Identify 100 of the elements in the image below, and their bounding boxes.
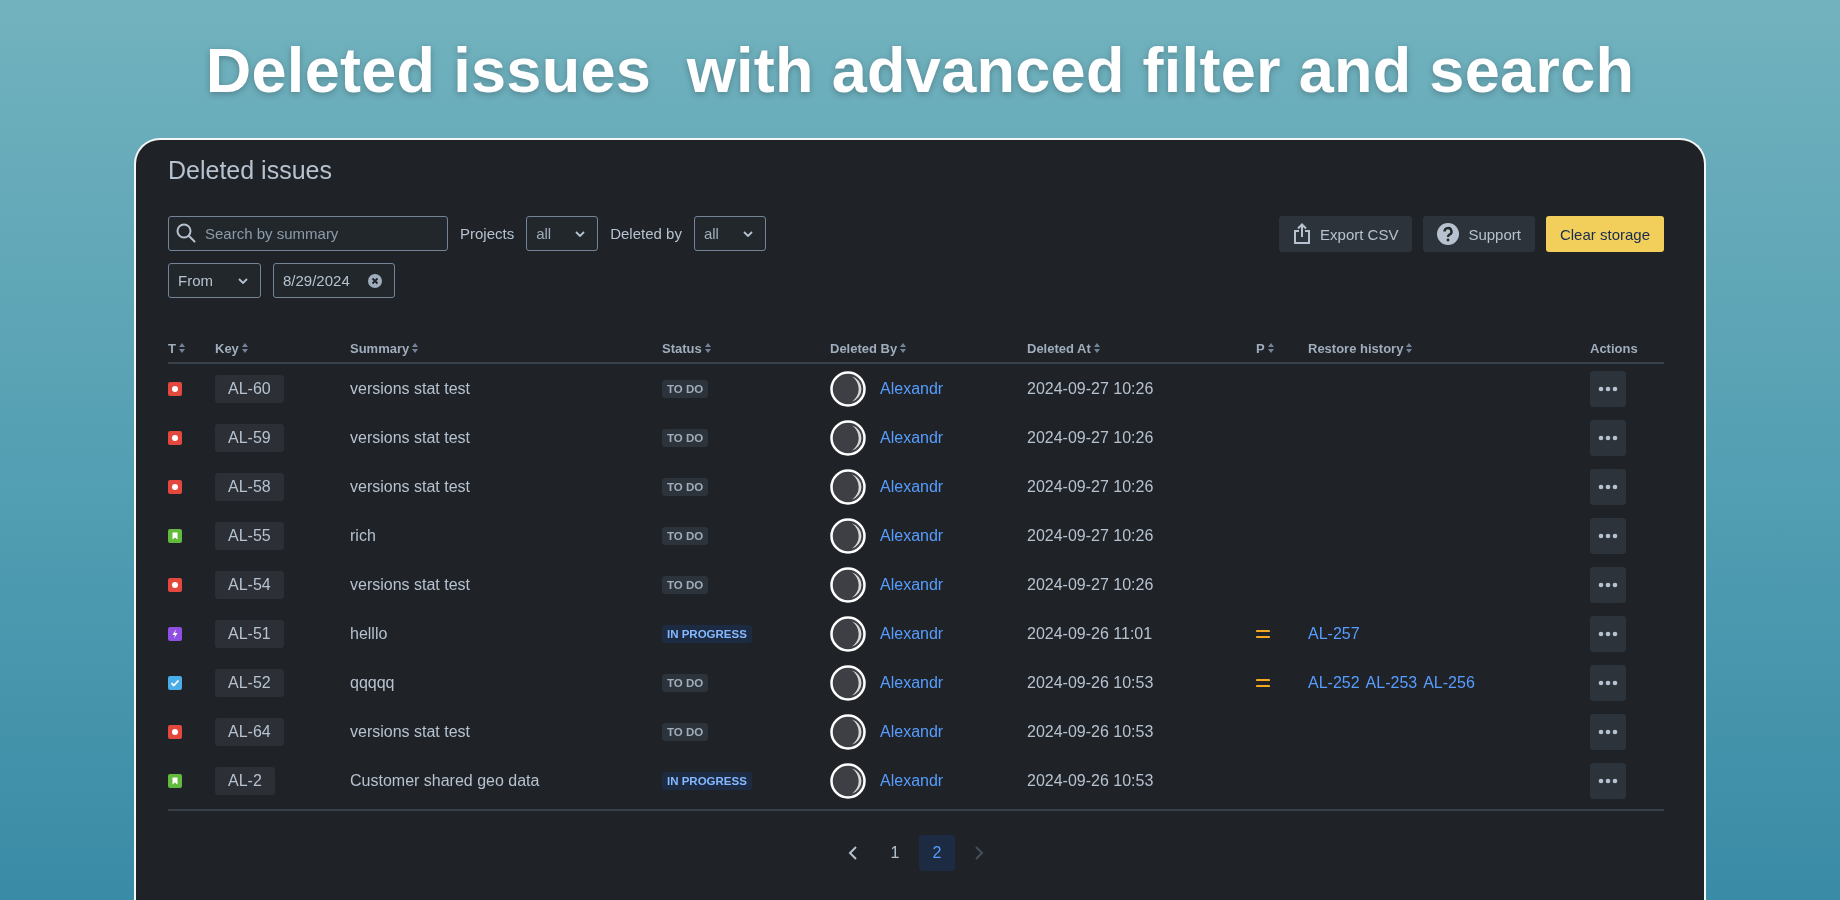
avatar-icon <box>830 370 866 407</box>
issue-link[interactable]: AL-252 <box>1308 673 1360 692</box>
issue-key[interactable]: AL-59 <box>215 423 284 452</box>
issue-key[interactable]: AL-52 <box>215 668 284 697</box>
column-header[interactable]: P <box>1256 340 1308 356</box>
more-button[interactable] <box>1590 370 1626 407</box>
issue-key[interactable]: AL-55 <box>215 521 284 550</box>
status-lozenge: IN PROGRESS <box>662 771 752 790</box>
avatar-icon <box>830 713 866 750</box>
table-cell: 2024-09-27 10:26 <box>1027 575 1154 594</box>
user-link[interactable]: Alexandr <box>880 379 944 398</box>
export-button[interactable]: Export CSV <box>1279 216 1413 252</box>
user-link[interactable]: Alexandr <box>880 428 944 447</box>
issue-link[interactable]: AL-253 <box>1365 673 1418 692</box>
issue-key[interactable]: AL-58 <box>215 472 284 501</box>
status-lozenge: TO DO <box>662 673 709 692</box>
clear-icon[interactable] <box>367 273 382 288</box>
user-link[interactable]: Alexandr <box>880 673 944 692</box>
dots-icon <box>1598 630 1618 637</box>
dots-icon <box>1598 434 1618 441</box>
user-link[interactable]: Alexandr <box>880 624 944 643</box>
table-cell: versions stat test <box>350 379 471 398</box>
table-cell: versions stat test <box>350 477 471 496</box>
more-button[interactable] <box>1590 762 1626 799</box>
sort-icon <box>241 343 248 353</box>
issue-link[interactable]: AL-256 <box>1423 673 1475 692</box>
avatar-icon <box>830 566 866 603</box>
column-header[interactable]: Restore history <box>1308 340 1590 356</box>
avatar-icon <box>830 664 866 701</box>
avatar-icon <box>830 517 866 554</box>
column-header[interactable]: T <box>168 340 215 356</box>
issue-key[interactable]: AL-51 <box>215 619 284 648</box>
issue-key[interactable]: AL-60 <box>215 374 284 403</box>
more-button[interactable] <box>1590 468 1626 505</box>
user-link[interactable]: Alexandr <box>880 575 944 594</box>
date-mode-select[interactable]: From <box>168 263 261 298</box>
table-cell: helllo <box>350 624 388 643</box>
table-cell: 2024-09-26 11:01 <box>1027 624 1153 643</box>
avatar-icon <box>830 468 866 505</box>
issue-key[interactable]: AL-54 <box>215 570 284 599</box>
page-button[interactable]: 1 <box>877 835 913 871</box>
filter-label: Projects <box>460 225 515 242</box>
column-header[interactable]: Deleted By <box>830 340 1027 356</box>
user-link[interactable]: Alexandr <box>880 477 944 496</box>
status-lozenge: TO DO <box>662 428 709 447</box>
more-button[interactable] <box>1590 566 1626 603</box>
chevron-down-icon <box>575 230 586 237</box>
table-cell: 2024-09-26 10:53 <box>1027 673 1154 692</box>
dots-icon <box>1598 532 1618 539</box>
table-cell: 2024-09-26 10:53 <box>1027 722 1154 741</box>
more-button[interactable] <box>1590 419 1626 456</box>
sort-icon <box>1093 343 1100 353</box>
more-button[interactable] <box>1590 713 1626 750</box>
dots-icon <box>1598 777 1618 784</box>
avatar-icon <box>830 762 866 799</box>
column-header[interactable]: Summary <box>350 340 662 356</box>
sort-icon <box>704 343 711 353</box>
user-link[interactable]: Alexandr <box>880 526 944 545</box>
avatar-icon <box>830 615 866 652</box>
filter-label: Deleted by <box>610 225 682 242</box>
search-icon <box>176 223 196 243</box>
window-title: Deleted issues <box>168 156 333 186</box>
date-field[interactable]: 8/29/2024 <box>273 263 395 298</box>
status-lozenge: TO DO <box>662 575 709 594</box>
status-lozenge: TO DO <box>662 477 709 496</box>
sort-icon <box>178 343 185 353</box>
table-cell: rich <box>350 526 376 545</box>
clear-storage-button[interactable]: Clear storage <box>1545 216 1664 252</box>
table-cell: Customer shared geo data <box>350 771 540 790</box>
column-header[interactable]: Key <box>215 340 350 356</box>
more-button[interactable] <box>1590 664 1626 701</box>
user-link[interactable]: Alexandr <box>880 722 944 741</box>
page-button[interactable]: 2 <box>919 835 955 871</box>
table-cell: versions stat test <box>350 575 471 594</box>
more-button[interactable] <box>1590 517 1626 554</box>
table-cell: 2024-09-27 10:26 <box>1027 379 1154 398</box>
dots-icon <box>1598 679 1618 686</box>
headline: Deleted issues with advanced filter and search <box>205 34 1635 106</box>
support-button[interactable]: Support <box>1423 216 1535 252</box>
column-header[interactable]: Deleted At <box>1027 340 1256 356</box>
chevron-down-icon <box>742 230 753 237</box>
projects-select[interactable]: all <box>526 216 599 251</box>
chevron-down-icon <box>238 277 248 284</box>
issue-key[interactable]: AL-64 <box>215 717 284 746</box>
column-header[interactable]: Status <box>662 340 830 356</box>
issue-key[interactable]: AL-2 <box>215 766 275 795</box>
search-field[interactable]: Search by summary <box>168 216 448 251</box>
table-cell: qqqqq <box>350 673 395 692</box>
table-cell: 2024-09-27 10:26 <box>1027 428 1154 447</box>
table-cell: versions stat test <box>350 428 471 447</box>
sort-icon <box>900 343 907 353</box>
deleted-by-select[interactable]: all <box>693 216 766 251</box>
avatar-icon <box>830 419 866 456</box>
more-button[interactable] <box>1590 615 1626 652</box>
sort-icon <box>1406 343 1413 353</box>
user-link[interactable]: Alexandr <box>880 771 944 790</box>
column-header[interactable]: Actions <box>1590 340 1664 356</box>
chevron-left-icon <box>848 845 858 861</box>
dots-icon <box>1598 728 1618 735</box>
issue-link[interactable]: AL-257 <box>1308 624 1360 643</box>
